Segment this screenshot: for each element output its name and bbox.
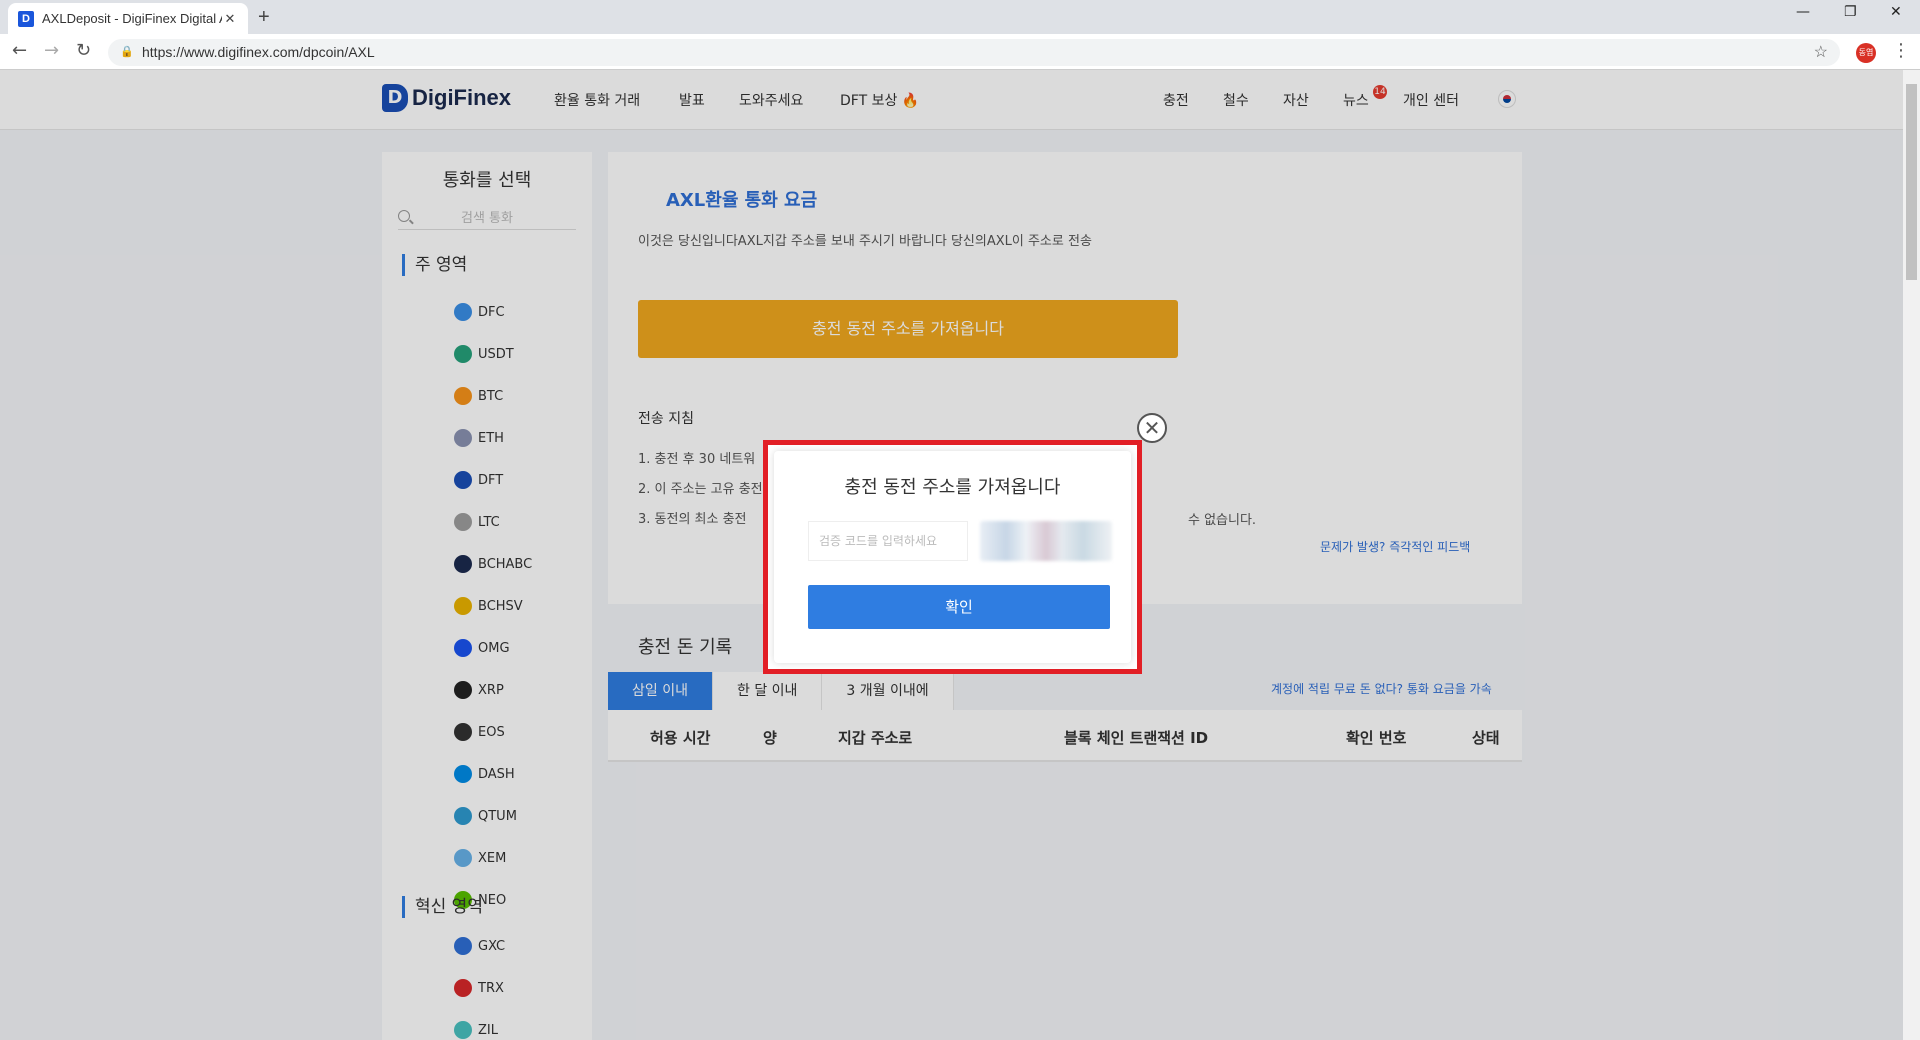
captcha-input[interactable] [808, 521, 968, 561]
captcha-image[interactable] [980, 521, 1112, 561]
highlight-frame: 충전 동전 주소를 가져옵니다 확인 [763, 440, 1142, 674]
browser-tabstrip: D AXLDeposit - DigiFinex Digital Asset ✕… [0, 0, 1920, 34]
captcha-modal: 충전 동전 주소를 가져옵니다 확인 [774, 451, 1131, 663]
browser-tab[interactable]: D AXLDeposit - DigiFinex Digital Asset ✕ [8, 3, 248, 34]
address-bar[interactable]: 🔒 https://www.digifinex.com/dpcoin/AXL ☆ [108, 39, 1840, 66]
bookmark-star-icon[interactable]: ☆ [1814, 39, 1828, 66]
digifinex-favicon-icon: D [18, 10, 34, 27]
tab-title: AXLDeposit - DigiFinex Digital Asset [42, 11, 222, 26]
back-icon[interactable]: ← [12, 40, 27, 61]
url-text: https://www.digifinex.com/dpcoin/AXL [142, 44, 375, 60]
scrollbar-thumb[interactable] [1906, 84, 1917, 280]
close-tab-icon[interactable]: ✕ [222, 11, 238, 27]
reload-icon[interactable]: ↻ [76, 40, 91, 61]
restore-icon[interactable]: ❐ [1844, 4, 1857, 20]
close-modal-icon[interactable]: ✕ [1137, 413, 1167, 443]
confirm-button[interactable]: 확인 [808, 585, 1110, 629]
minimize-icon[interactable]: — [1796, 4, 1810, 20]
browser-toolbar: ← → ↻ 🔒 https://www.digifinex.com/dpcoin… [0, 34, 1920, 70]
page-scrollbar[interactable] [1903, 70, 1920, 1040]
modal-title: 충전 동전 주소를 가져옵니다 [844, 477, 1061, 498]
close-window-icon[interactable]: ✕ [1890, 4, 1902, 20]
new-tab-button[interactable]: + [258, 6, 270, 29]
forward-icon[interactable]: → [44, 40, 59, 61]
lock-icon: 🔒 [120, 46, 134, 58]
profile-avatar[interactable]: 동엽 [1856, 43, 1876, 63]
browser-menu-icon[interactable]: ⋮ [1892, 40, 1910, 61]
